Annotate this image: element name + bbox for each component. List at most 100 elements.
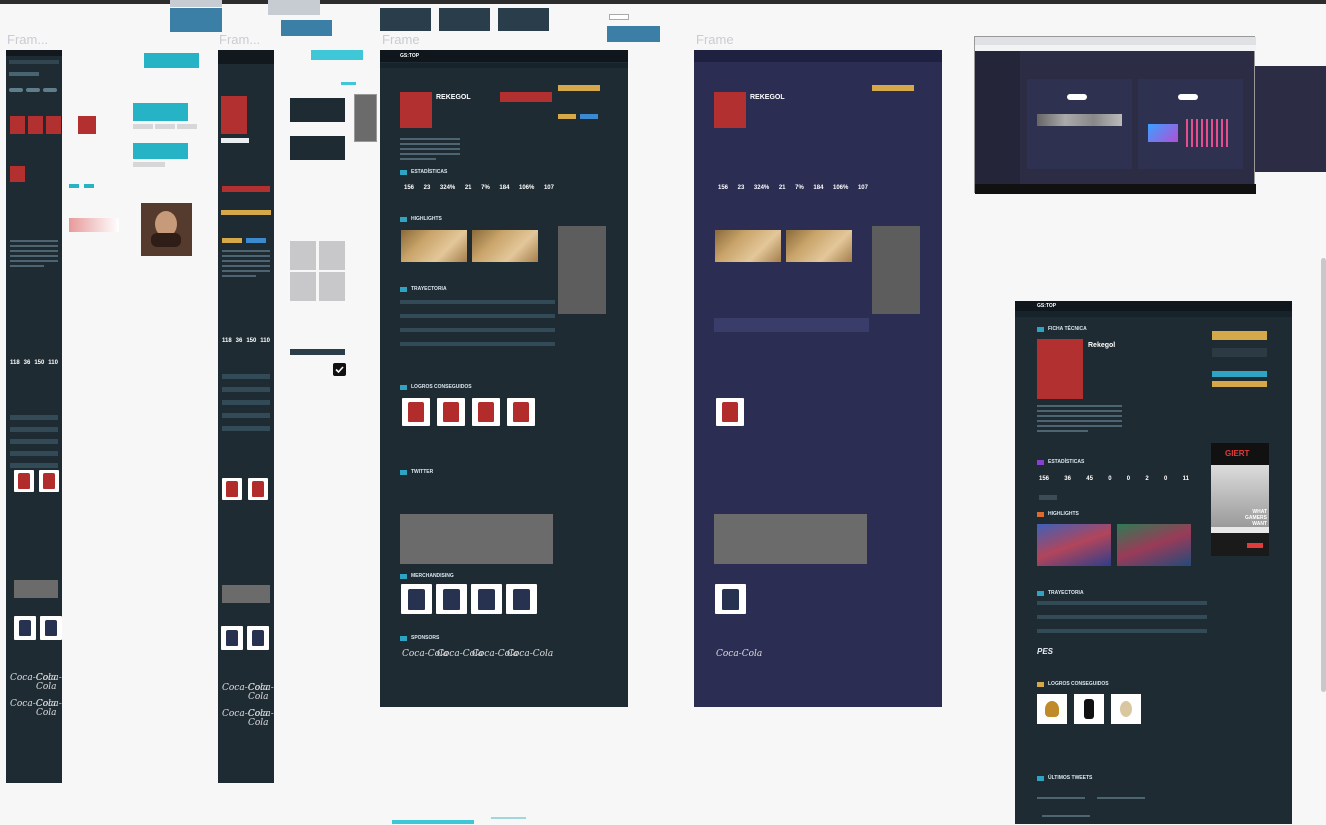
component-dash (341, 82, 356, 85)
mini-input[interactable] (609, 14, 629, 20)
component-card-teal[interactable] (133, 103, 188, 121)
tag-chip[interactable] (84, 184, 94, 188)
stat-value: 107 (543, 185, 554, 191)
mobile-frame[interactable]: 118 36 150 110 Coca-Cola Coca-Cola Coca-Col… (6, 50, 62, 783)
achievement-shirt[interactable] (716, 398, 744, 426)
premium-badge[interactable] (872, 85, 914, 91)
mobile-frame-2[interactable]: 118 36 150 110 Coca-Cola Coca-Cola Coca-Col… (218, 50, 274, 783)
follow-button[interactable] (500, 92, 552, 102)
stat-value: 184 (499, 185, 510, 191)
premium-badge[interactable] (1212, 331, 1267, 340)
floating-menu[interactable] (607, 26, 660, 42)
floating-menu[interactable] (281, 20, 332, 36)
stats-row: 156 23 324% 21 7% 184 106% 107 (404, 185, 554, 195)
frame-label[interactable]: Frame (696, 32, 734, 47)
player-thumb[interactable] (10, 116, 25, 134)
achievement-shirt[interactable] (437, 398, 465, 426)
merch-shirt[interactable] (436, 584, 467, 614)
section-trajectory: TRAYECTORIA (400, 286, 447, 292)
mobile-bio-text (10, 240, 58, 280)
highlight-video[interactable] (1117, 524, 1191, 566)
merch-shirt[interactable] (715, 584, 746, 614)
frame-label[interactable]: Frame (382, 32, 420, 47)
player-thumb[interactable] (78, 116, 96, 134)
stat-value: 156 (404, 185, 415, 191)
floating-dark-menu[interactable] (498, 8, 549, 31)
final-frame[interactable]: GS:TOP FICHA TÉCNICA Rekegol GIERT WHAT … (1015, 301, 1292, 824)
frame-label[interactable]: Fram... (7, 32, 48, 47)
highlight-thumbnail[interactable] (715, 230, 781, 262)
player-thumb[interactable] (46, 116, 61, 134)
merch-shirt[interactable] (506, 584, 537, 614)
more-button[interactable] (1039, 495, 1057, 500)
component-pill[interactable] (311, 50, 363, 60)
floating-menu[interactable] (170, 8, 222, 32)
trophy-card[interactable] (1037, 694, 1067, 724)
brand-logo[interactable]: GS:TOP (1037, 303, 1056, 309)
stat-value: 11 (1182, 476, 1189, 482)
merch-shirt[interactable] (14, 616, 36, 640)
cta-button[interactable] (558, 114, 576, 119)
premium-badge[interactable] (558, 85, 600, 91)
stat-value: 7% (481, 185, 490, 191)
achievement-shirt[interactable] (472, 398, 500, 426)
floating-dark-menu[interactable] (439, 8, 490, 31)
checkbox-checked[interactable] (333, 363, 346, 376)
component-header-teal[interactable] (144, 53, 199, 68)
merch-shirt[interactable] (40, 616, 62, 640)
canvas-vertical-scrollbar[interactable] (1321, 258, 1326, 692)
tab-ficha-tecnica[interactable]: FICHA TÉCNICA (1037, 326, 1087, 332)
cta-button[interactable] (1212, 381, 1267, 387)
mobile-chip[interactable] (43, 88, 57, 92)
cta-bar[interactable] (221, 210, 271, 215)
share-button[interactable] (1212, 348, 1267, 357)
merch-shirt[interactable] (401, 584, 432, 614)
floating-tab[interactable] (170, 0, 222, 7)
frame-label[interactable]: Fram... (219, 32, 260, 47)
component-card-teal[interactable] (133, 143, 188, 159)
trophy-card[interactable] (1074, 694, 1104, 724)
achievement-shirt[interactable] (507, 398, 535, 426)
achievement-shirt[interactable] (248, 478, 268, 500)
mobile-chip[interactable] (26, 88, 40, 92)
player-thumb[interactable] (10, 166, 25, 182)
component-dark-card[interactable] (290, 98, 345, 122)
cta-button[interactable] (580, 114, 598, 119)
ad-banner[interactable]: GIERT WHAT GAMERS WANT (1211, 443, 1269, 556)
section-statistics: ESTADÍSTICAS (400, 169, 447, 175)
dashboard-panel (1138, 79, 1243, 169)
mobile-chip[interactable] (9, 88, 23, 92)
merch-shirt[interactable] (471, 584, 502, 614)
highlight-thumbnail[interactable] (401, 230, 467, 262)
brand-logo[interactable]: GS:TOP (400, 53, 419, 59)
desktop-frame[interactable]: GS:TOP REKEGOL ESTADÍSTICAS 156 23 324% … (380, 50, 628, 707)
follow-button[interactable] (222, 186, 270, 192)
cta-button[interactable] (1212, 371, 1267, 377)
section-highlights: HIGHLIGHTS (400, 216, 442, 222)
merch-shirt[interactable] (247, 626, 269, 650)
highlight-video[interactable] (1037, 524, 1111, 566)
stat-value: 0 (1108, 476, 1112, 482)
desktop-frame-navy[interactable]: REKEGOL 156 23 324% 21 7% 184 106% 107 C… (694, 50, 942, 707)
component-bar[interactable] (290, 349, 345, 355)
mobile-search[interactable] (9, 60, 59, 64)
achievement-shirt[interactable] (39, 470, 59, 492)
tag-chip[interactable] (69, 184, 79, 188)
floating-tab[interactable] (268, 0, 320, 15)
player-thumb[interactable] (28, 116, 43, 134)
floating-dark-menu[interactable] (380, 8, 431, 31)
highlight-thumbnail[interactable] (786, 230, 852, 262)
trajectory-table (1037, 601, 1207, 641)
merch-shirt[interactable] (221, 626, 243, 650)
component-dark-card[interactable] (290, 136, 345, 160)
cta-button[interactable] (246, 238, 266, 243)
bio-text (400, 138, 460, 168)
achievement-shirt[interactable] (402, 398, 430, 426)
player-portrait (714, 92, 746, 128)
trophy-card[interactable] (1111, 694, 1141, 724)
trajectory-table (400, 300, 555, 360)
highlight-thumbnail[interactable] (472, 230, 538, 262)
achievement-shirt[interactable] (222, 478, 242, 500)
achievement-shirt[interactable] (14, 470, 34, 492)
cta-button[interactable] (222, 238, 242, 243)
